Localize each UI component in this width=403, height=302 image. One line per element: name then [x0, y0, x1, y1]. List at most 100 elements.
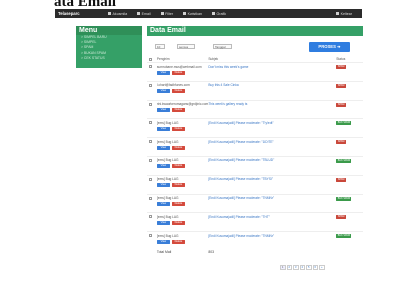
table-row: [ems] Bug LAG View Delete [Endi Kusumajudil… — [147, 175, 363, 194]
table-row: [ems] Bug LAG View Delete [Endi Kusumajudil… — [147, 212, 363, 232]
sender-cell: [ems] Bug LAG — [156, 233, 179, 238]
delete-button[interactable]: Delete — [171, 126, 185, 131]
nav-item-grafik[interactable]: Grafik — [211, 12, 226, 16]
status-badge: BUK SPAM — [336, 234, 352, 239]
brand-logo[interactable]: Telaseparc — [58, 11, 108, 16]
subject-link[interactable]: [Endi Kusumajudil] Please moderate: "TNM… — [208, 195, 336, 200]
delete-button[interactable]: Delete — [171, 220, 185, 225]
status-badge: SPAM — [336, 83, 346, 88]
table-row: sumrubane.mus@webmail.com View Delete Don't… — [147, 62, 363, 82]
page-link[interactable]: 6 — [312, 265, 318, 270]
row-checkbox[interactable] — [149, 234, 152, 238]
view-button[interactable]: View — [156, 239, 170, 244]
nav-item-filter[interactable]: Filter — [160, 12, 173, 16]
view-button[interactable]: View — [156, 183, 170, 188]
filter-select[interactable]: semua — [177, 44, 195, 49]
sort-select[interactable]: Tanggal — [213, 44, 232, 49]
sidebar-item-cek-status[interactable]: > CEK STATUS — [76, 56, 142, 61]
page-size-select[interactable]: 10 — [155, 44, 165, 49]
select-all-checkbox[interactable] — [149, 58, 152, 61]
nav-item-akusmila[interactable]: Akusmila — [108, 12, 127, 16]
delete-button[interactable]: Delete — [171, 239, 185, 244]
page-link[interactable]: 5 — [306, 265, 312, 270]
mail-icon — [137, 12, 141, 15]
table-row: [ems] Bug LAG View Delete [Endi Kusumajudil… — [147, 194, 363, 213]
view-button[interactable]: View — [156, 145, 170, 150]
toolbar: 10 semua Tanggal PROSES ➔ — [147, 36, 363, 56]
view-button[interactable]: View — [156, 164, 170, 169]
subject-link[interactable]: [Endi Kusumajudil] Please moderate: "TNM… — [208, 232, 336, 238]
pagination: 1 2 3 4 5 6» — [280, 265, 326, 270]
page-link[interactable]: » — [319, 265, 325, 270]
nav-item-kwistkan[interactable]: Kwistkan — [183, 12, 202, 16]
delete-button[interactable]: Delete — [171, 183, 185, 188]
page-link[interactable]: 3 — [293, 265, 299, 270]
status-badge: BUK SPAM — [336, 158, 352, 163]
sender-cell: [ems] Bug LAG — [156, 120, 179, 125]
row-checkbox[interactable] — [149, 140, 152, 144]
sender-cell: [ems] Bug LAG — [156, 177, 179, 182]
status-badge: BUK SPAM — [336, 121, 352, 126]
row-checkbox[interactable] — [149, 121, 152, 125]
table-row: [ems] Bug LAG View Delete [Endi Kusumajudil… — [147, 231, 363, 251]
subject-link[interactable]: [Endi Kusumajudil] Please moderate: "THT… — [208, 213, 336, 219]
subject-link[interactable]: [Endi Kusumajudil] Please moderate: "1ID… — [208, 138, 336, 144]
delete-button[interactable]: Delete — [171, 164, 185, 169]
table-row: [ems] Bug LAG View Delete [Endi Kusumajudil… — [147, 137, 363, 157]
delete-button[interactable]: Delete — [171, 108, 185, 113]
delete-button[interactable]: Delete — [171, 145, 185, 150]
subject-link[interactable]: [Endi Kusumajudil] Please moderate: "TBY… — [208, 176, 336, 181]
sender-cell: [ems] Bug LAG — [156, 139, 179, 144]
panel-title: Data Email — [147, 26, 363, 36]
sender-cell: [ems] Bug LAG — [156, 196, 179, 201]
view-button[interactable]: View — [156, 89, 170, 94]
subject-link[interactable]: [Endi Kusumajudil] Please moderate: "T!y… — [208, 119, 336, 125]
view-button[interactable]: View — [156, 70, 170, 75]
page-link[interactable]: 1 — [280, 265, 286, 270]
status-badge: BUK SPAM — [336, 196, 352, 201]
subject-link[interactable]: [Endi Kusumajudil] Please moderate: "TBL… — [208, 157, 336, 162]
table-row: [ems] Bug LAG View Delete [Endi Kusumajudil… — [147, 118, 363, 138]
view-button[interactable]: View — [156, 202, 170, 207]
email-table: Pengirim Subjek Status sumrubane.mus@web… — [147, 56, 363, 259]
view-button[interactable]: View — [156, 126, 170, 131]
data-email-panel: Data Email 10 semua Tanggal PROSES ➔ Pen… — [147, 26, 363, 259]
subject-link[interactable]: Buy this 4 Sale Cinka — [208, 82, 336, 87]
nav-user-menu[interactable]: Keltear — [336, 12, 352, 16]
sender-cell: [ems] Bug LAG — [156, 214, 179, 219]
row-checkbox[interactable] — [149, 102, 152, 106]
view-button[interactable]: View — [156, 220, 170, 225]
page-link[interactable]: 2 — [286, 265, 292, 270]
delete-button[interactable]: Delete — [171, 89, 185, 94]
row-checkbox[interactable] — [149, 177, 152, 181]
table-row: [ems] Bug LAG View Delete [Endi Kusumajudil… — [147, 156, 363, 175]
status-badge: SPAM — [336, 177, 346, 182]
total-row: Total Mail 803 — [147, 250, 363, 259]
status-badge: SPAM — [336, 140, 346, 145]
row-checkbox[interactable] — [149, 215, 152, 219]
sender-cell: l.chart@fadhfunes.com — [156, 83, 190, 88]
subject-link[interactable]: This week's gallery ready ts — [208, 101, 336, 106]
sidebar-menu: Menu > SIMPEL BARU > SIMPEL > SPAM > BUK… — [76, 26, 142, 68]
row-checkbox[interactable] — [149, 158, 152, 162]
delete-button[interactable]: Delete — [171, 202, 185, 207]
status-badge: SPAM — [336, 65, 346, 69]
row-checkbox[interactable] — [149, 196, 152, 200]
row-checkbox[interactable] — [149, 65, 152, 68]
delete-button[interactable]: Delete — [171, 70, 185, 75]
user-icon — [336, 12, 340, 15]
proses-button[interactable]: PROSES ➔ — [309, 42, 350, 52]
list-icon — [183, 12, 187, 15]
page-link[interactable]: 4 — [299, 265, 305, 270]
sender-cell: [ems] Bug LAG — [156, 158, 179, 163]
nav-item-email[interactable]: Email — [137, 12, 151, 16]
subject-link[interactable]: Don't miss this week's game — [208, 63, 336, 69]
sidebar-title: Menu — [76, 26, 142, 35]
app-root: ata Email Telaseparc Akusmila Email Filt… — [0, 0, 403, 302]
view-button[interactable]: View — [156, 108, 170, 113]
home-icon — [108, 12, 111, 15]
table-row: l.chart@fadhfunes.com View Delete Buy this … — [147, 81, 363, 100]
sender-cell: sumrubane.mus@webmail.com — [156, 64, 202, 69]
row-checkbox[interactable] — [149, 83, 152, 87]
sender-cell: rini.kwaorkeromagans@grdjinic.com — [156, 102, 209, 107]
